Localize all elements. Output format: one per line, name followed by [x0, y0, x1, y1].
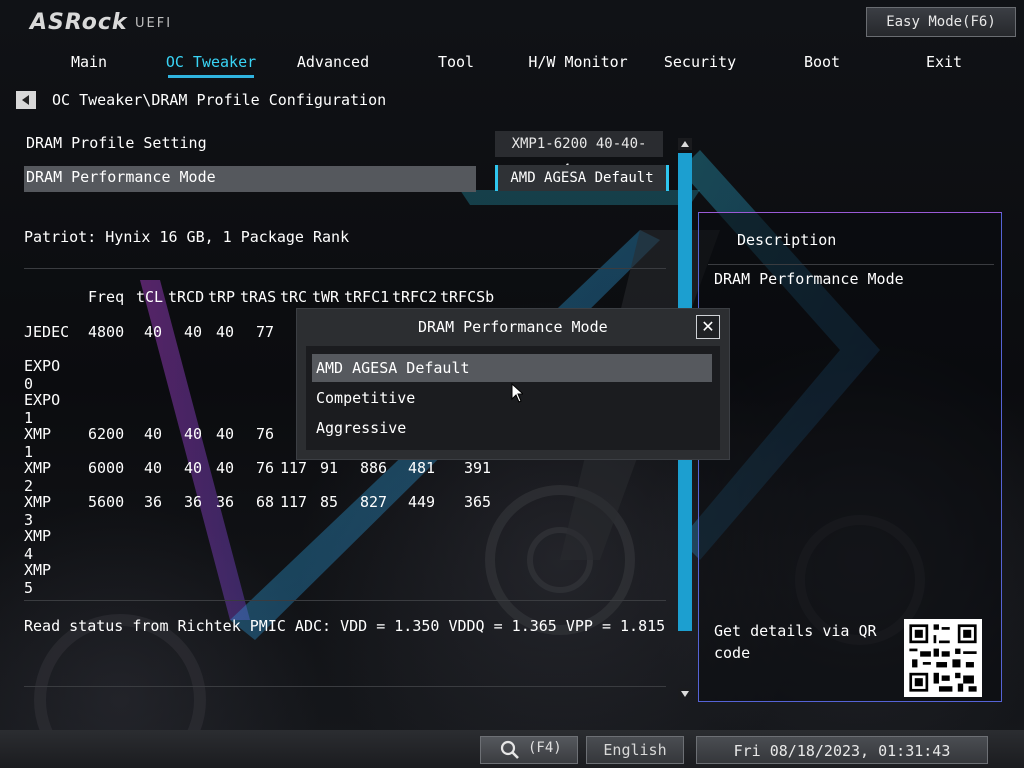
qr-caption: Get details via QR code [714, 622, 877, 662]
row-label: XMP 5 [24, 561, 52, 597]
table-cell: 40 [184, 425, 203, 443]
search-icon[interactable] [500, 740, 520, 760]
back-arrow-icon[interactable] [16, 91, 36, 109]
description-title: Description [737, 231, 837, 249]
table-cell: 481 [408, 459, 436, 477]
divider [708, 264, 994, 265]
table-cell: 77 [256, 323, 275, 341]
col-header-tras: tRAS [240, 288, 277, 306]
col-header-trfcsb: tRFCSb [440, 288, 495, 306]
tab-tool[interactable]: Tool [395, 52, 517, 78]
row-label: JEDEC [24, 323, 70, 341]
table-cell: 117 [280, 493, 308, 511]
table-cell: 40 [216, 425, 235, 443]
tab-exit[interactable]: Exit [883, 52, 1005, 78]
table-cell: 40 [216, 459, 235, 477]
tab-security[interactable]: Security [639, 52, 761, 78]
table-cell: 36 [184, 493, 203, 511]
table-cell: 391 [464, 459, 492, 477]
main-nav: Main OC Tweaker Advanced Tool H/W Monito… [28, 52, 996, 80]
table-cell: 449 [408, 493, 436, 511]
description-text: DRAM Performance Mode [714, 270, 904, 288]
tab-boot[interactable]: Boot [761, 52, 883, 78]
table-cell: 6200 [88, 425, 125, 443]
memory-info: Patriot: Hynix 16 GB, 1 Package Rank [24, 228, 350, 246]
table-cell: 36 [216, 493, 235, 511]
dram-performance-mode-label[interactable]: DRAM Performance Mode [26, 168, 216, 186]
divider [24, 600, 666, 601]
tab-oc-tweaker[interactable]: OC Tweaker [150, 52, 272, 78]
dram-profile-setting-value[interactable]: XMP1-6200 40-40-4... [495, 131, 663, 178]
breadcrumb: OC Tweaker\DRAM Profile Configuration [52, 91, 387, 109]
qr-code-icon [904, 619, 982, 697]
table-cell: 365 [464, 493, 492, 511]
table-cell: 886 [360, 459, 388, 477]
col-header-freq: Freq [88, 288, 125, 306]
col-header-trfc1: tRFC1 [344, 288, 390, 306]
table-cell: 85 [320, 493, 339, 511]
table-cell: 40 [216, 323, 235, 341]
tab-main[interactable]: Main [28, 52, 150, 78]
scroll-up-arrow-icon[interactable] [678, 138, 692, 150]
col-header-twr: tWR [312, 288, 340, 306]
table-cell: 40 [144, 323, 163, 341]
uefi-label: UEFI [135, 16, 173, 31]
scroll-down-arrow-icon[interactable] [678, 688, 692, 700]
row-label: EXPO 1 [24, 391, 61, 427]
table-cell: 6000 [88, 459, 125, 477]
table-cell: 40 [184, 323, 203, 341]
mouse-pointer-icon [511, 383, 523, 403]
option-amd-agesa-default[interactable]: AMD AGESA Default [312, 354, 712, 382]
table-cell: 36 [144, 493, 163, 511]
asrock-logo: ASRock [30, 10, 128, 35]
tab-hw-monitor[interactable]: H/W Monitor [517, 52, 639, 78]
table-cell: 40 [144, 459, 163, 477]
table-cell: 827 [360, 493, 388, 511]
col-header-trcd: tRCD [168, 288, 205, 306]
row-label: XMP 4 [24, 527, 52, 563]
table-cell: 117 [280, 459, 308, 477]
datetime-display: Fri 08/18/2023, 01:31:43 [696, 736, 988, 764]
dram-performance-mode-value[interactable]: AMD AGESA Default [495, 165, 669, 191]
tab-advanced[interactable]: Advanced [272, 52, 394, 78]
col-header-tcl: tCL [136, 288, 164, 306]
divider [24, 268, 666, 269]
dialog-title: DRAM Performance Mode [418, 318, 608, 336]
pmic-status: Read status from Richtek PMIC ADC: VDD =… [24, 617, 666, 635]
row-label: XMP 3 [24, 493, 52, 529]
row-label: EXPO 0 [24, 357, 61, 393]
close-icon[interactable]: ✕ [696, 315, 720, 339]
divider [24, 686, 666, 687]
language-button[interactable]: English [586, 736, 684, 764]
col-header-trc: tRC [280, 288, 308, 306]
col-header-trp: tRP [208, 288, 236, 306]
row-label: XMP 2 [24, 459, 52, 495]
col-header-trfc2: tRFC2 [392, 288, 438, 306]
search-shortcut-label: (F4) [528, 740, 562, 756]
table-cell: 40 [184, 459, 203, 477]
row-label: XMP 1 [24, 425, 52, 461]
table-cell: 68 [256, 493, 275, 511]
table-cell: 40 [144, 425, 163, 443]
dram-profile-setting-label[interactable]: DRAM Profile Setting [26, 134, 207, 152]
table-cell: 76 [256, 459, 275, 477]
easy-mode-button[interactable]: Easy Mode(F6) [866, 7, 1016, 37]
table-cell: 76 [256, 425, 275, 443]
table-cell: 5600 [88, 493, 125, 511]
table-cell: 4800 [88, 323, 125, 341]
option-aggressive[interactable]: Aggressive [312, 414, 712, 442]
table-cell: 91 [320, 459, 339, 477]
